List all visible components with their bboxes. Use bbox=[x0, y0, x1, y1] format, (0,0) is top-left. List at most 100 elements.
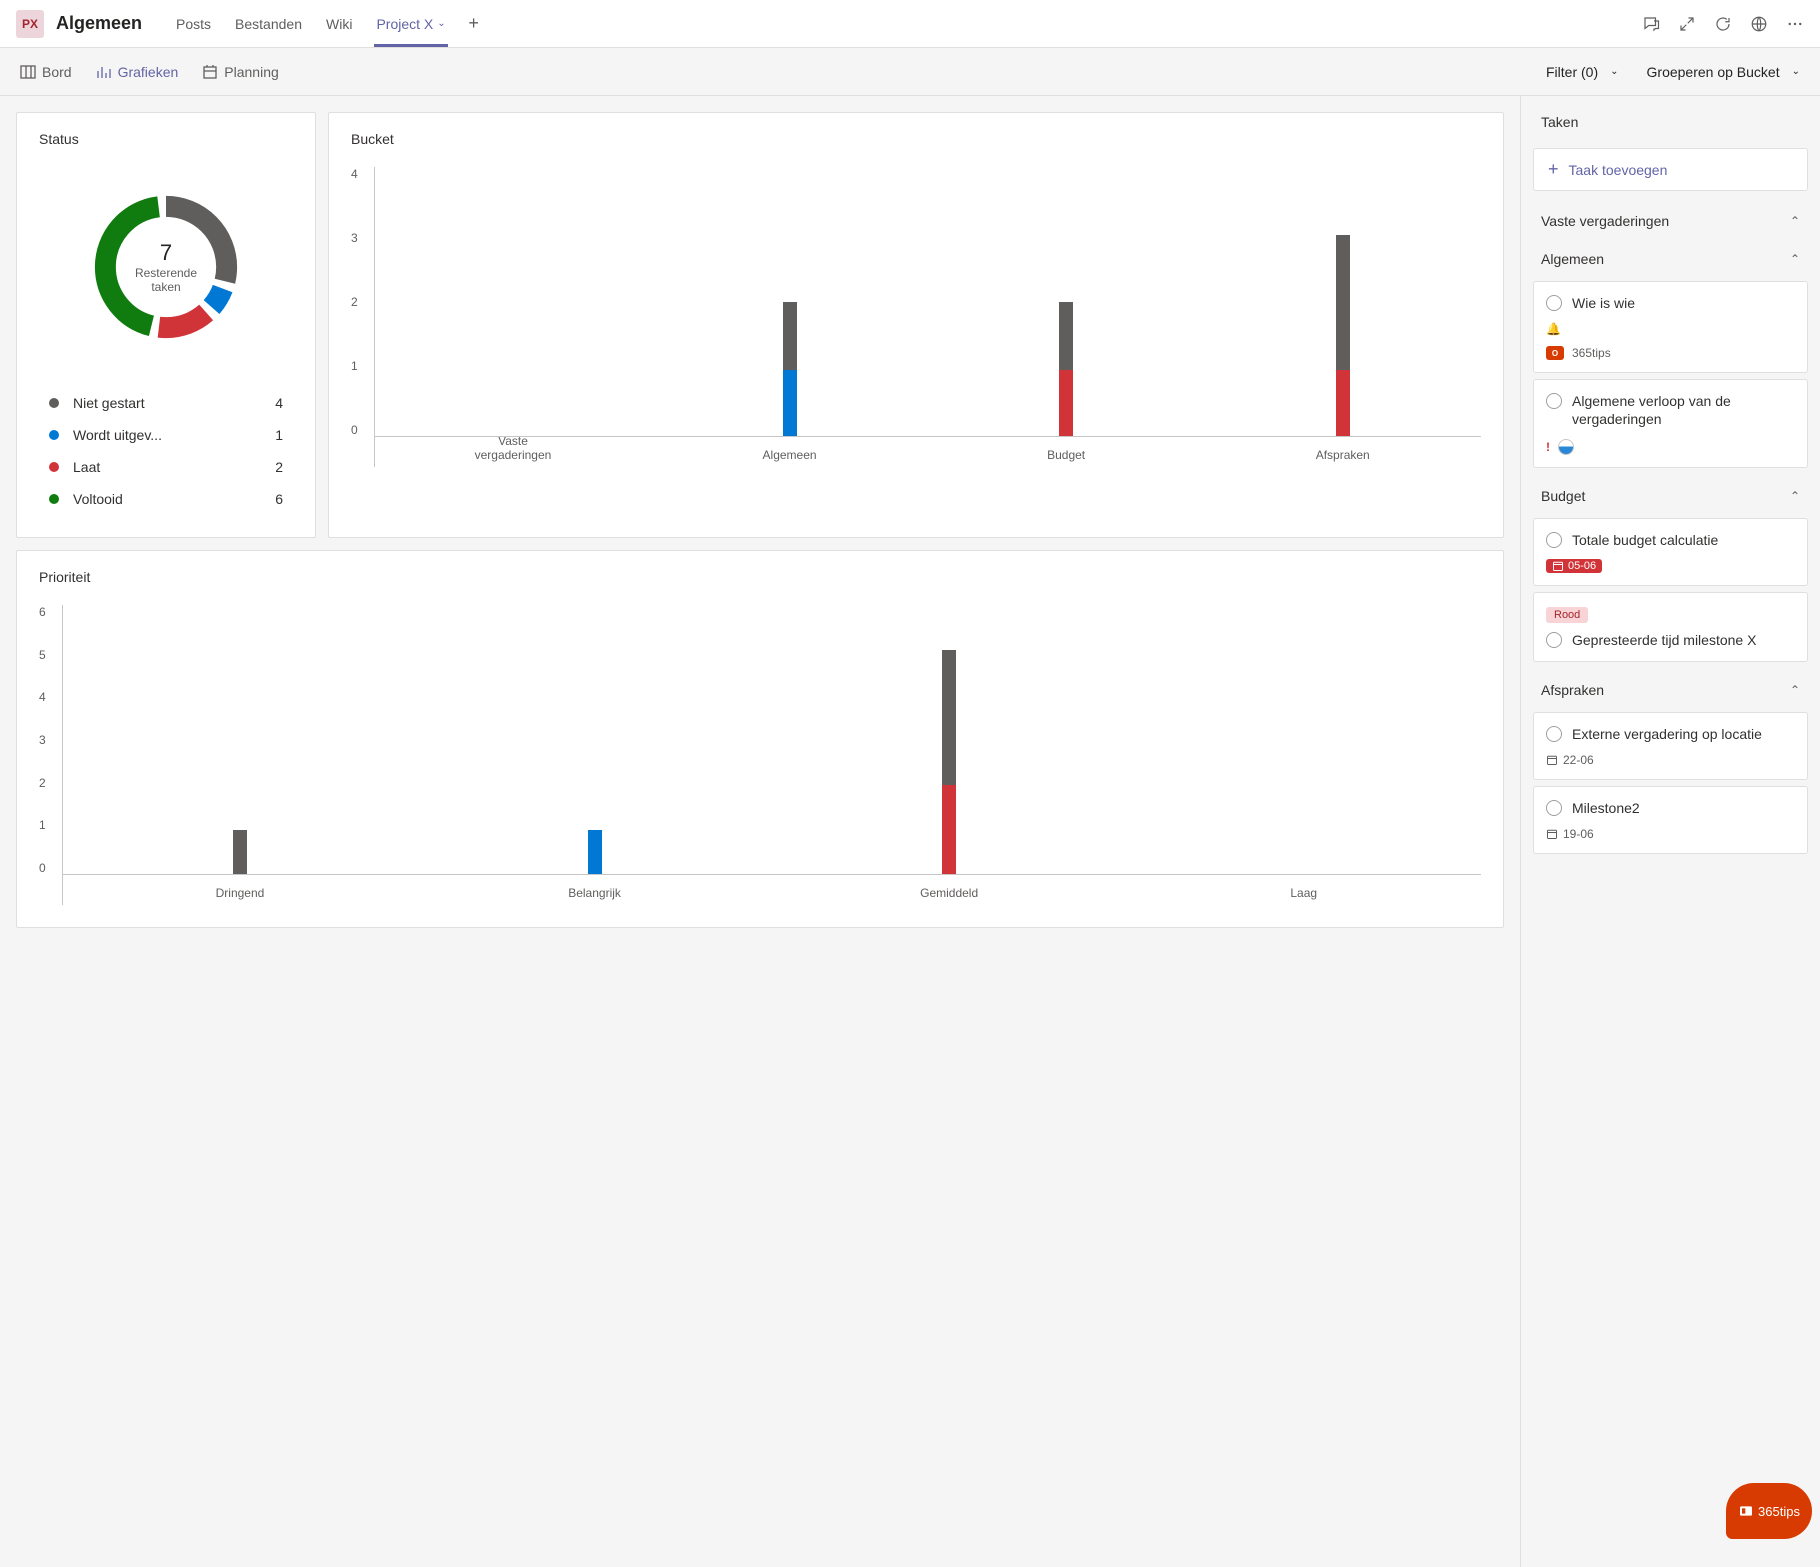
more-icon[interactable] bbox=[1786, 15, 1804, 33]
y-tick: 1 bbox=[39, 818, 46, 832]
charts-area: Status 7 Resterende taken Niet gestart4W… bbox=[0, 96, 1520, 1567]
tab-wiki[interactable]: Wiki bbox=[314, 0, 364, 47]
view-board[interactable]: Bord bbox=[20, 64, 72, 80]
bar bbox=[588, 830, 602, 875]
legend-dot bbox=[49, 462, 59, 472]
legend-value: 4 bbox=[275, 395, 283, 411]
y-tick: 5 bbox=[39, 648, 46, 662]
y-tick: 2 bbox=[39, 776, 46, 790]
task-checkbox[interactable] bbox=[1546, 393, 1562, 409]
expand-icon[interactable] bbox=[1678, 15, 1696, 33]
section-header[interactable]: Vaste vergaderingen⌃ bbox=[1521, 199, 1820, 237]
legend-value: 2 bbox=[275, 459, 283, 475]
tab-posts[interactable]: Posts bbox=[164, 0, 223, 47]
globe-icon[interactable] bbox=[1750, 15, 1768, 33]
view-charts-label: Grafieken bbox=[118, 64, 179, 80]
bar-group: Laag bbox=[1126, 605, 1481, 875]
topbar: PX Algemeen Posts Bestanden Wiki Project… bbox=[0, 0, 1820, 48]
add-tab-button[interactable]: + bbox=[458, 13, 490, 34]
task-card[interactable]: Algemene verloop van de vergaderingen! bbox=[1533, 379, 1808, 467]
bucket-card: Bucket 43210VastevergaderingenAlgemeenBu… bbox=[328, 112, 1504, 538]
bar-group: Dringend bbox=[63, 605, 418, 875]
section-header[interactable]: Afspraken ⌃ bbox=[1521, 668, 1820, 706]
section-header[interactable]: Budget ⌃ bbox=[1521, 474, 1820, 512]
bar-group: Budget bbox=[928, 167, 1205, 437]
bar-group: Belangrijk bbox=[417, 605, 772, 875]
task-checkbox[interactable] bbox=[1546, 632, 1562, 648]
plus-icon: + bbox=[1548, 159, 1559, 180]
bar bbox=[233, 830, 247, 875]
refresh-icon[interactable] bbox=[1714, 15, 1732, 33]
add-task-button[interactable]: + Taak toevoegen bbox=[1533, 148, 1808, 191]
view-charts[interactable]: Grafieken bbox=[96, 64, 179, 80]
chevron-up-icon: ⌃ bbox=[1790, 683, 1800, 697]
y-tick: 4 bbox=[351, 167, 358, 181]
filter-button[interactable]: Filter (0) ⌄ bbox=[1546, 64, 1619, 80]
task-checkbox[interactable] bbox=[1546, 800, 1562, 816]
task-brand: O365tips bbox=[1546, 346, 1795, 360]
bucket-card-title: Bucket bbox=[351, 131, 1481, 147]
chevron-up-icon: ⌃ bbox=[1790, 214, 1800, 228]
y-tick: 0 bbox=[351, 423, 358, 437]
group-by-button[interactable]: Groeperen op Bucket ⌄ bbox=[1647, 64, 1800, 80]
legend-row: Niet gestart4 bbox=[49, 387, 283, 419]
task-checkbox[interactable] bbox=[1546, 726, 1562, 742]
task-meta: 22-06 bbox=[1546, 753, 1795, 767]
donut-center-label: Resterende taken bbox=[126, 266, 206, 295]
task-title: Milestone2 bbox=[1572, 799, 1640, 817]
task-card[interactable]: RoodGepresteerde tijd milestone X bbox=[1533, 592, 1808, 662]
legend-dot bbox=[49, 494, 59, 504]
task-card[interactable]: Milestone2 19-06 bbox=[1533, 786, 1808, 854]
view-board-label: Bord bbox=[42, 64, 72, 80]
team-avatar[interactable]: PX bbox=[16, 10, 44, 38]
bar-label: Afspraken bbox=[1204, 449, 1481, 463]
reply-icon[interactable] bbox=[1642, 15, 1660, 33]
bar-label: Laag bbox=[1126, 887, 1481, 901]
task-meta: 05-06 bbox=[1546, 559, 1795, 573]
channel-tabs: Posts Bestanden Wiki Project X ⌄ + bbox=[164, 0, 490, 47]
bar-segment bbox=[1336, 235, 1350, 370]
view-schedule-label: Planning bbox=[224, 64, 279, 80]
task-card[interactable]: Wie is wie🔔O365tips bbox=[1533, 281, 1808, 373]
bar-label: Dringend bbox=[63, 887, 418, 901]
status-card: Status 7 Resterende taken Niet gestart4W… bbox=[16, 112, 316, 538]
tab-bestanden[interactable]: Bestanden bbox=[223, 0, 314, 47]
bar-segment bbox=[1336, 370, 1350, 438]
task-card[interactable]: Externe vergadering op locatie22-06 bbox=[1533, 712, 1808, 780]
section-title: Budget bbox=[1541, 488, 1585, 504]
bar bbox=[1336, 235, 1350, 438]
tab-project-x[interactable]: Project X ⌄ bbox=[364, 0, 457, 47]
legend-dot bbox=[49, 398, 59, 408]
view-schedule[interactable]: Planning bbox=[202, 64, 279, 80]
due-date: 22-06 bbox=[1546, 753, 1594, 767]
bar bbox=[1059, 302, 1073, 437]
task-checkbox[interactable] bbox=[1546, 295, 1562, 311]
main-content: Status 7 Resterende taken Niet gestart4W… bbox=[0, 96, 1820, 1567]
bar-segment bbox=[233, 830, 247, 875]
task-card[interactable]: Totale budget calculatie05-06 bbox=[1533, 518, 1808, 586]
legend-label: Wordt uitgev... bbox=[73, 427, 275, 443]
legend-row: Voltooid6 bbox=[49, 483, 283, 515]
filter-label: Filter (0) bbox=[1546, 64, 1598, 80]
y-tick: 0 bbox=[39, 861, 46, 875]
task-meta: 19-06 bbox=[1546, 827, 1795, 841]
bar bbox=[942, 650, 956, 875]
brand-badge[interactable]: 365tips bbox=[1726, 1483, 1812, 1539]
bar-group: Vastevergaderingen bbox=[375, 167, 652, 437]
bar-segment bbox=[1059, 370, 1073, 438]
task-checkbox[interactable] bbox=[1546, 532, 1562, 548]
section-header[interactable]: Algemeen⌃ bbox=[1521, 237, 1820, 275]
chevron-up-icon: ⌃ bbox=[1790, 489, 1800, 503]
office-icon: O bbox=[1546, 346, 1564, 360]
channel-name: Algemeen bbox=[56, 13, 142, 34]
y-axis: 43210 bbox=[351, 167, 374, 467]
priority-card-title: Prioriteit bbox=[39, 569, 1481, 585]
y-tick: 6 bbox=[39, 605, 46, 619]
y-tick: 2 bbox=[351, 295, 358, 309]
group-by-label: Groeperen op Bucket bbox=[1647, 64, 1780, 80]
bar-segment bbox=[942, 650, 956, 785]
legend-value: 1 bbox=[275, 427, 283, 443]
section-title: Afspraken bbox=[1541, 682, 1604, 698]
task-meta: ! bbox=[1546, 439, 1795, 455]
bar-group: Gemiddeld bbox=[772, 605, 1127, 875]
